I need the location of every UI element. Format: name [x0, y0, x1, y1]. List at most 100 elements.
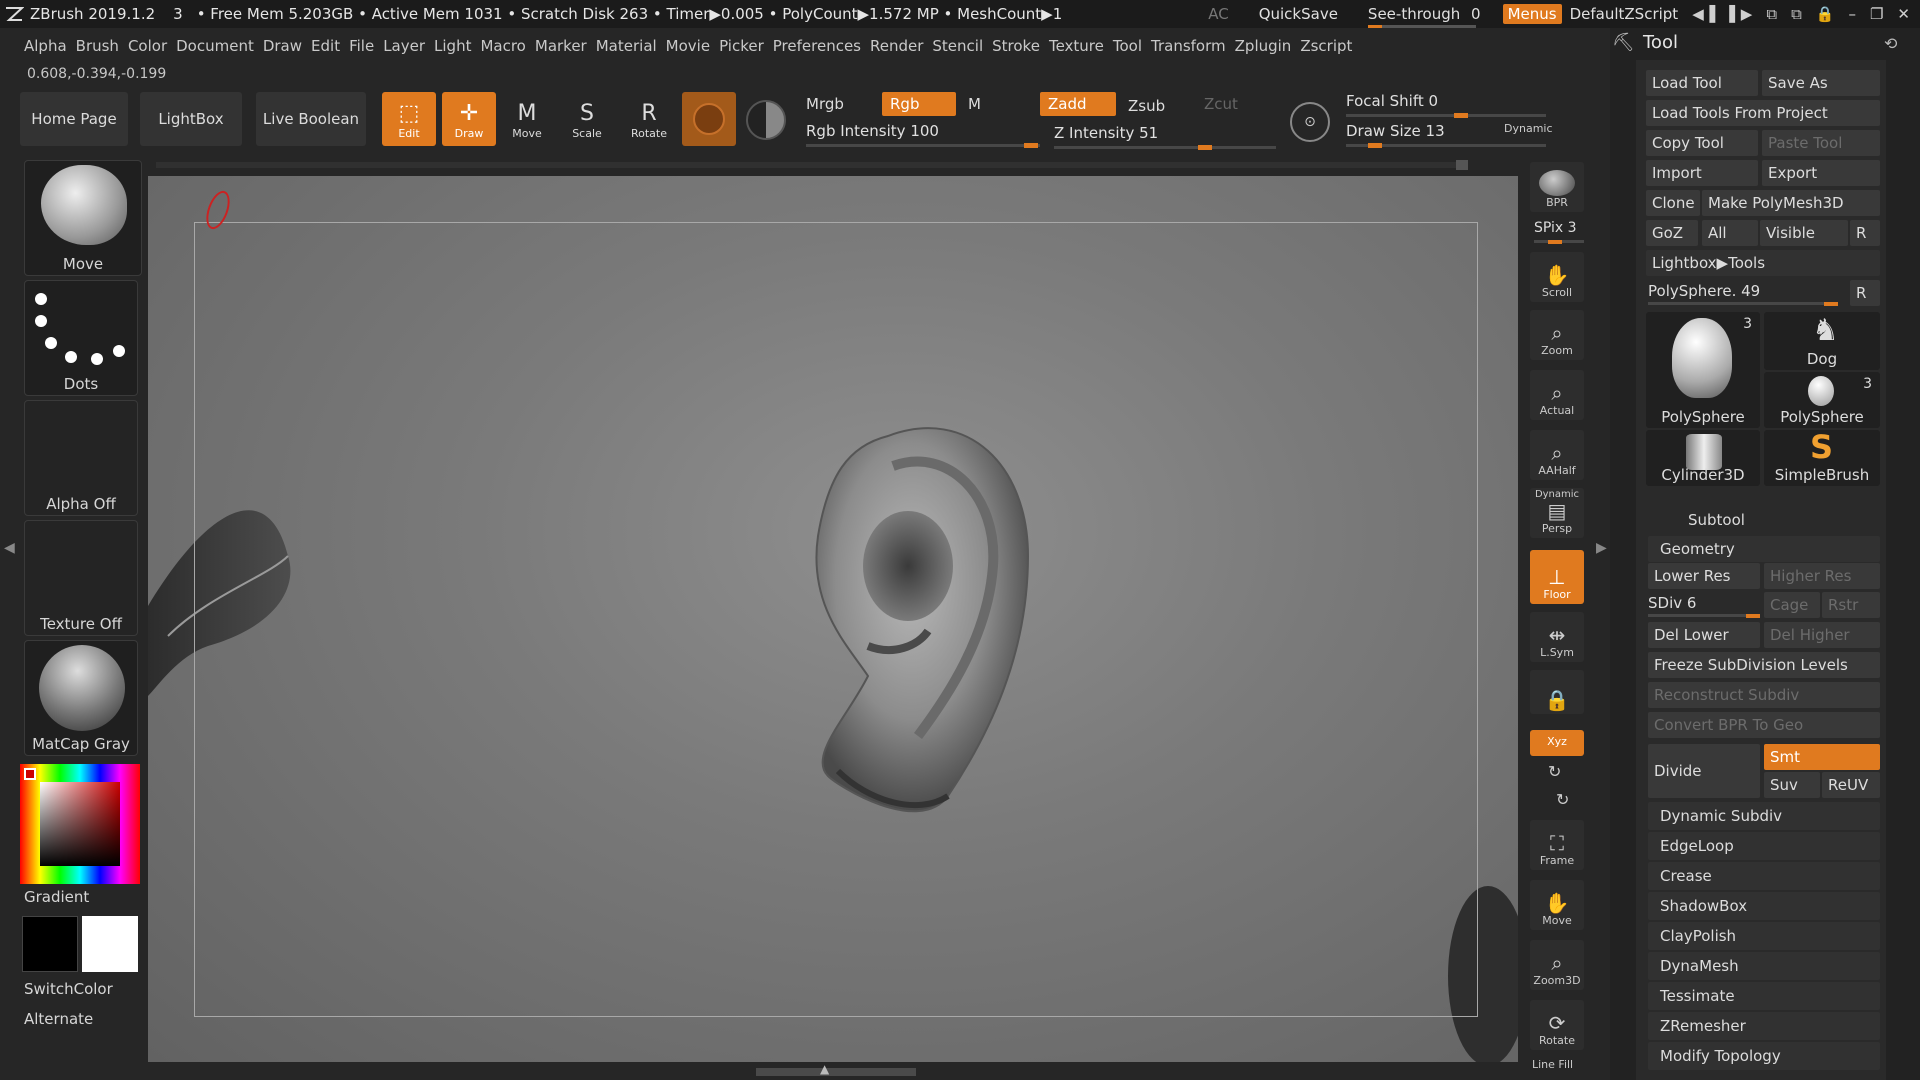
live-boolean-button[interactable]: Live Boolean: [256, 92, 366, 146]
lazy-mouse-icon[interactable]: ⊙: [1290, 102, 1330, 142]
del-lower-button[interactable]: Del Lower: [1648, 622, 1760, 648]
color-field[interactable]: [40, 782, 120, 866]
maximize-icon[interactable]: ❐: [1870, 5, 1883, 23]
higher-res-button[interactable]: Higher Res: [1764, 563, 1880, 589]
tool-thumb-simplebrush[interactable]: S SimpleBrush: [1764, 430, 1880, 486]
menu-edit[interactable]: Edit: [311, 37, 349, 55]
alternate-button[interactable]: Alternate: [24, 1010, 93, 1028]
bpr-button[interactable]: BPR: [1530, 162, 1584, 212]
left-collapse-icon[interactable]: ◀: [4, 540, 15, 556]
cage-button[interactable]: Cage: [1764, 592, 1820, 618]
texture-selector[interactable]: Texture Off: [24, 520, 138, 636]
rgb-intensity-slider[interactable]: Rgb Intensity 100: [806, 122, 939, 140]
menus-toggle[interactable]: Menus: [1502, 4, 1562, 24]
window-left-icon[interactable]: ⧉: [1766, 5, 1777, 23]
m-toggle[interactable]: M: [960, 92, 989, 116]
geometry-section[interactable]: Geometry: [1648, 536, 1880, 562]
goz-button[interactable]: GoZ: [1646, 220, 1698, 246]
divide-button[interactable]: Divide: [1648, 744, 1760, 798]
material-button[interactable]: [682, 92, 736, 146]
reconstruct-subdiv-button[interactable]: Reconstruct Subdiv: [1648, 682, 1880, 708]
rotate-view-button[interactable]: ⟳ Rotate: [1530, 1000, 1584, 1050]
tool-thumb-polysphere[interactable]: 3 PolySphere: [1764, 372, 1880, 428]
smt-toggle[interactable]: Smt: [1764, 744, 1880, 770]
subtool-section[interactable]: Subtool: [1648, 506, 1880, 534]
layout-right-icon[interactable]: ▌▶: [1729, 5, 1752, 23]
edgeloop-section[interactable]: EdgeLoop: [1648, 832, 1880, 860]
lock-icon[interactable]: 🔒: [1816, 5, 1835, 23]
copy-tool-button[interactable]: Copy Tool: [1646, 130, 1758, 156]
menu-document[interactable]: Document: [176, 37, 263, 55]
goz-visible-button[interactable]: Visible: [1760, 220, 1848, 246]
import-button[interactable]: Import: [1646, 160, 1758, 186]
local-symmetry-button[interactable]: ⇹ L.Sym: [1530, 612, 1584, 662]
menu-draw[interactable]: Draw: [263, 37, 311, 55]
zremesher-section[interactable]: ZRemesher: [1648, 1012, 1880, 1040]
menu-picker[interactable]: Picker: [719, 37, 773, 55]
home-page-button[interactable]: Home Page: [20, 92, 128, 146]
see-through-slider[interactable]: See-through 0: [1367, 5, 1481, 28]
draw-size-track[interactable]: [1346, 143, 1546, 148]
right-collapse-icon[interactable]: ▶: [1596, 540, 1607, 556]
load-tool-button[interactable]: Load Tool: [1646, 70, 1758, 96]
dynamesh-section[interactable]: DynaMesh: [1648, 952, 1880, 980]
export-button[interactable]: Export: [1762, 160, 1880, 186]
minimize-icon[interactable]: –: [1848, 5, 1856, 23]
scroll-button[interactable]: ✋ Scroll: [1530, 252, 1584, 302]
lightbox-button[interactable]: LightBox: [140, 92, 242, 146]
menu-movie[interactable]: Movie: [666, 37, 719, 55]
shadowbox-section[interactable]: ShadowBox: [1648, 892, 1880, 920]
zsub-toggle[interactable]: Zsub: [1120, 94, 1173, 118]
menu-zscript[interactable]: Zscript: [1300, 37, 1361, 55]
close-icon[interactable]: ✕: [1897, 5, 1910, 23]
focal-shift-track[interactable]: [1346, 113, 1546, 118]
actual-button[interactable]: ⌕ Actual: [1530, 370, 1584, 420]
draw-mode-button[interactable]: ✛ Draw: [442, 92, 496, 146]
save-as-button[interactable]: Save As: [1762, 70, 1880, 96]
window-right-icon[interactable]: ⧉: [1791, 5, 1802, 23]
menu-macro[interactable]: Macro: [480, 37, 534, 55]
menu-zplugin[interactable]: Zplugin: [1235, 37, 1301, 55]
gradient-toggle[interactable]: Gradient: [24, 888, 89, 906]
claypolish-section[interactable]: ClayPolish: [1648, 922, 1880, 950]
brush-selector[interactable]: Move: [24, 160, 142, 276]
focal-shift-slider[interactable]: Focal Shift 0: [1346, 92, 1438, 110]
sdiv-slider[interactable]: SDiv 6: [1648, 594, 1696, 612]
stroke-selector[interactable]: Dots: [24, 280, 138, 396]
spix-track[interactable]: [1534, 240, 1584, 244]
rstr-button[interactable]: Rstr: [1822, 592, 1880, 618]
edit-mode-button[interactable]: ⬚ Edit: [382, 92, 436, 146]
tool-thumb-cylinder3d[interactable]: Cylinder3D: [1646, 430, 1760, 486]
z-rotation-icon[interactable]: ↻: [1556, 790, 1569, 809]
quicksave-button[interactable]: QuickSave: [1259, 5, 1338, 23]
layout-left-icon[interactable]: ◀▐: [1692, 5, 1715, 23]
reuv-toggle[interactable]: ReUV: [1822, 772, 1880, 798]
bottom-shelf-handle[interactable]: [756, 1068, 916, 1076]
xyz-rotation-toggle[interactable]: Xyz: [1530, 730, 1584, 756]
spix-slider[interactable]: SPix 3: [1534, 220, 1577, 236]
zoom3d-button[interactable]: ⌕ Zoom3D: [1530, 940, 1584, 990]
solo-button[interactable]: 🔒: [1530, 670, 1584, 714]
menu-color[interactable]: Color: [128, 37, 176, 55]
color-sphere-icon[interactable]: [746, 100, 786, 140]
y-rotation-icon[interactable]: ↻: [1548, 762, 1561, 781]
menu-marker[interactable]: Marker: [535, 37, 596, 55]
menu-file[interactable]: File: [349, 37, 383, 55]
freeze-subdivision-button[interactable]: Freeze SubDivision Levels: [1648, 652, 1880, 678]
menu-alpha[interactable]: Alpha: [24, 37, 76, 55]
perspective-button[interactable]: Dynamic ▤ Persp: [1530, 488, 1584, 538]
line-fill-button[interactable]: Line Fill: [1532, 1058, 1573, 1071]
palette-refresh-icon[interactable]: ⟲: [1884, 34, 1897, 53]
load-tools-from-project-button[interactable]: Load Tools From Project: [1646, 100, 1880, 126]
goz-r-button[interactable]: R: [1850, 220, 1880, 246]
crease-section[interactable]: Crease: [1648, 862, 1880, 890]
menu-layer[interactable]: Layer: [383, 37, 434, 55]
dynamic-subdiv-section[interactable]: Dynamic Subdiv: [1648, 802, 1880, 830]
draw-size-slider[interactable]: Draw Size 13: [1346, 122, 1445, 140]
rgb-toggle[interactable]: Rgb: [882, 92, 956, 116]
paste-tool-button[interactable]: Paste Tool: [1762, 130, 1880, 156]
floor-button[interactable]: ⊥ Floor: [1530, 550, 1584, 604]
sdiv-track[interactable]: [1648, 614, 1760, 618]
secondary-color-swatch[interactable]: [82, 916, 138, 972]
menu-stroke[interactable]: Stroke: [992, 37, 1049, 55]
